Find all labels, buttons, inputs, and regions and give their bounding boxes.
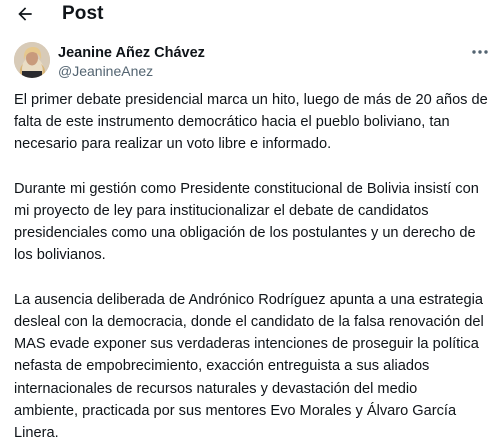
back-button[interactable] [14,3,36,25]
post-paragraph: El primer debate presidencial marca un h… [14,92,488,153]
more-options-button[interactable] [468,44,492,60]
post-paragraph: La ausencia deliberada de Andrónico Rodr… [14,291,484,442]
post-paragraph: Durante mi gestión como Presidente const… [14,180,479,264]
post-text: El primer debate presidencial marca un h… [14,89,496,444]
arrow-left-icon [18,7,32,21]
post-header: Post [0,0,500,32]
profile-photo-icon [14,42,50,78]
page-title: Post [62,3,104,24]
more-horizontal-icon [472,50,488,54]
avatar[interactable] [14,42,50,78]
author-name[interactable]: Jeanine Añez Chávez [58,44,205,62]
author-handle[interactable]: @JeanineAnez [58,62,153,80]
